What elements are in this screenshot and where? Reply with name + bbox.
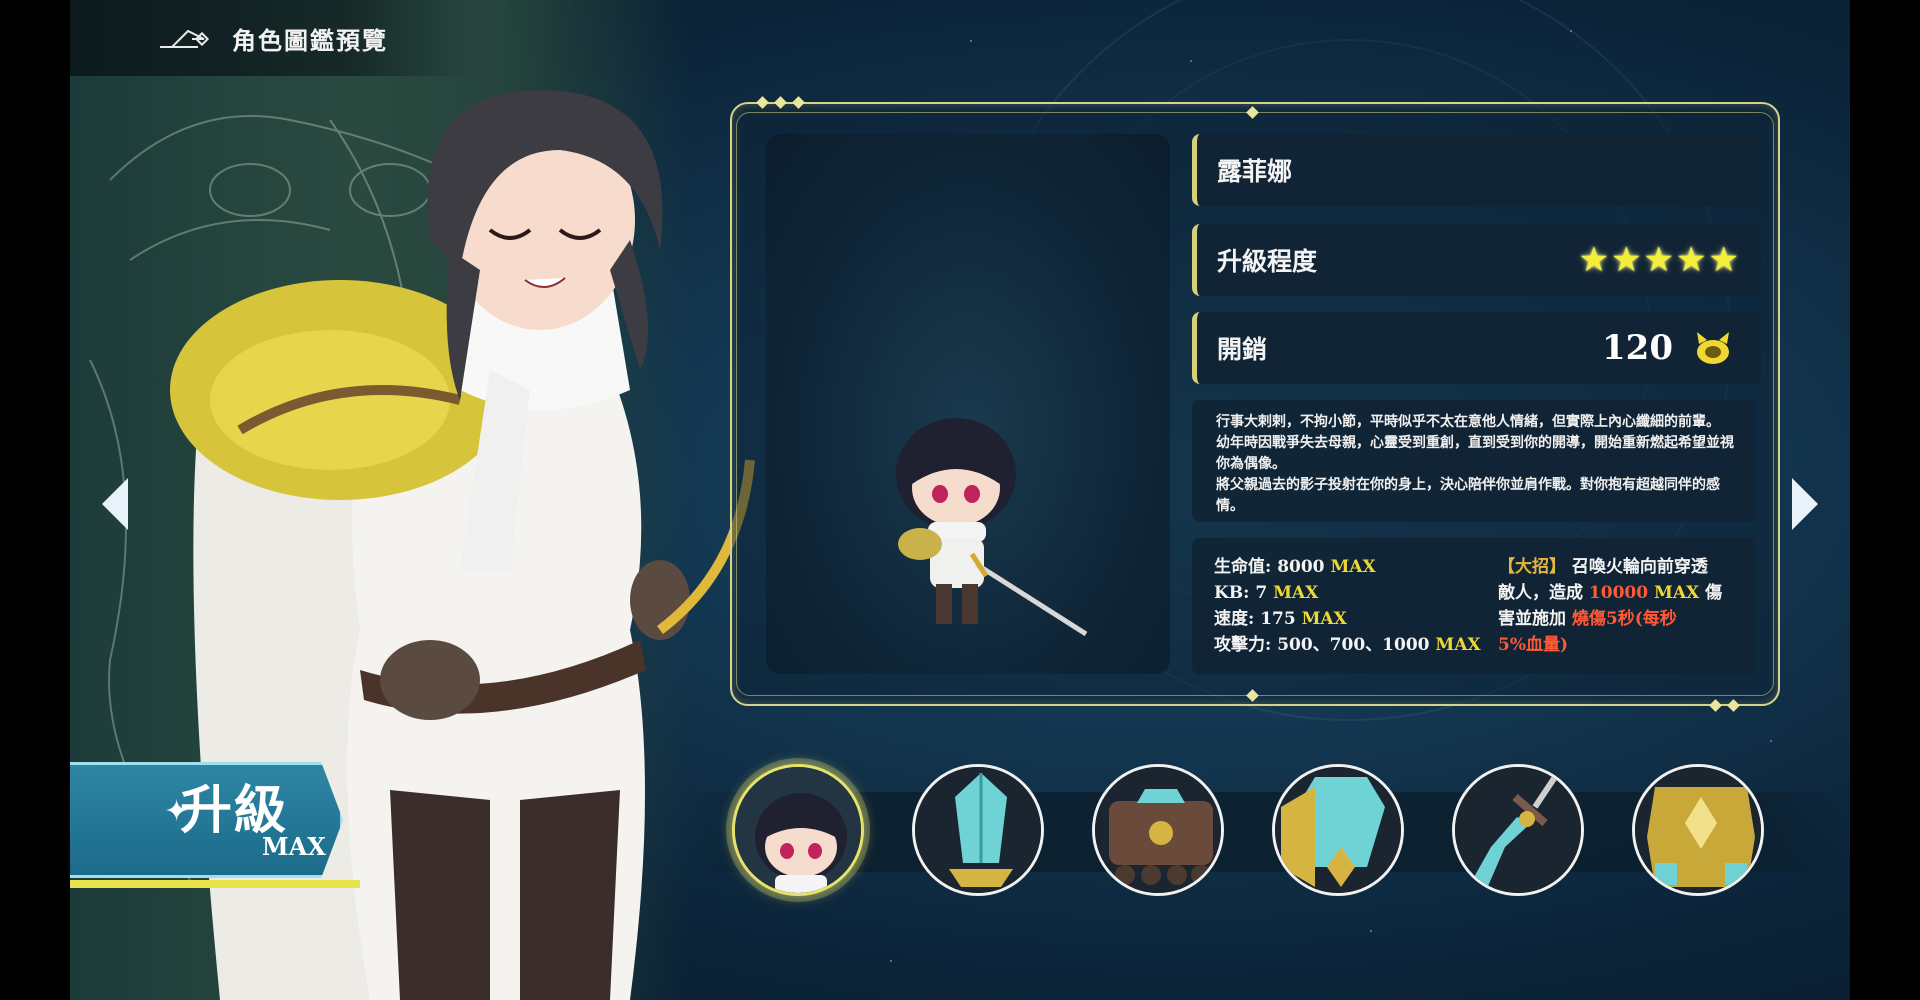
name-row: 露菲娜: [1192, 134, 1761, 206]
bg-star: [890, 960, 892, 962]
level-label: 升級程度: [1217, 247, 1318, 276]
title-bar: 角色圖鑑預覽: [70, 0, 470, 76]
title-emblem-icon: [160, 29, 210, 48]
crystal-shield-icon: [1275, 767, 1401, 893]
star-icon: ★: [1611, 240, 1642, 280]
character-description: 行事大剌剌，不拘小節，平時似乎不太在意他人情緒，但實際上內心纖細的前輩。 幼年時…: [1192, 400, 1756, 522]
currency-icon: [1697, 332, 1729, 364]
skill-line: 【大招】 召喚火輪向前穿透: [1498, 557, 1708, 577]
star-icon: ★: [1708, 240, 1739, 280]
bg-star: [1370, 930, 1372, 932]
description-line: 行事大剌剌，不拘小節，平時似乎不太在意他人情緒，但實際上內心纖細的前輩。: [1216, 414, 1720, 430]
star-icon: ★: [1643, 240, 1675, 280]
bg-star: [1770, 740, 1772, 742]
chibi-face-icon: [735, 767, 861, 893]
game-screen: 角色圖鑑預覽 露菲娜 升級程度 ★ ★ ★ ★ ★ 開銷 120 行事大剌剌，不…: [70, 0, 1850, 1000]
stat-hp: 生命值: 8000 MAX: [1214, 557, 1376, 577]
chibi-preview: [766, 134, 1170, 674]
page-title: 角色圖鑑預覽: [232, 25, 388, 55]
base-stats: 生命值: 8000 MAX KB: 7 MAX 速度: 175 MAX 攻擊力:…: [1214, 554, 1481, 658]
skill-line: 敵人，造成 10000 MAX 傷: [1498, 583, 1723, 603]
ultimate-skill: 【大招】 召喚火輪向前穿透 敵人，造成 10000 MAX 傷 害並施加 燒傷5…: [1498, 554, 1738, 658]
description-line: 幼年時因戰爭失去母親，心靈受到重創，直到受到你的開導，開始重新燃起希望並視你為偶…: [1216, 435, 1734, 472]
treasure-cart-icon: [1095, 767, 1221, 893]
gold-armor-icon: [1635, 767, 1761, 893]
thumb-gold-armor[interactable]: [1632, 764, 1764, 896]
upgrade-badge-underline: [70, 880, 360, 888]
cost-label: 開銷: [1217, 335, 1268, 364]
prev-character-button[interactable]: [102, 478, 128, 530]
star-icon: ★: [1676, 240, 1707, 280]
crystal-sword-icon: [915, 767, 1041, 893]
cost-row: 開銷 120: [1192, 312, 1761, 384]
skill-line: 害並施加 燒傷5秒(每秒: [1498, 609, 1677, 629]
stats-panel: 生命值: 8000 MAX KB: 7 MAX 速度: 175 MAX 攻擊力:…: [1192, 538, 1756, 674]
character-name: 露菲娜: [1217, 157, 1293, 186]
upgrade-badge[interactable]: ✦ 升級 MAX: [70, 762, 380, 888]
skill-tag: 【大招】: [1498, 557, 1566, 577]
frame-diamond-icon: [792, 96, 805, 109]
upgrade-level: MAX: [262, 832, 326, 861]
star-rating: ★ ★ ★ ★ ★: [1579, 243, 1739, 277]
star-icon: ★: [1578, 240, 1610, 280]
level-row: 升級程度 ★ ★ ★ ★ ★: [1192, 224, 1761, 296]
character-info-panel: 露菲娜 升級程度 ★ ★ ★ ★ ★ 開銷 120 行事大剌剌，不拘小節，平時似乎不太在…: [730, 96, 1780, 712]
stat-attack: 攻擊力: 500、700、1000 MAX: [1214, 635, 1481, 655]
chibi-character: [896, 418, 1088, 637]
crystal-blade-icon: [1455, 767, 1581, 893]
thumb-character-chibi[interactable]: [732, 764, 864, 896]
next-character-button[interactable]: [1792, 478, 1818, 530]
thumb-crystal-blade[interactable]: [1452, 764, 1584, 896]
thumb-crystal-sword[interactable]: [912, 764, 1044, 896]
thumb-treasure-cart[interactable]: [1092, 764, 1224, 896]
stat-speed: 速度: 175 MAX: [1214, 609, 1347, 629]
cost-value: 120: [1602, 328, 1673, 368]
stat-kb: KB: 7 MAX: [1214, 583, 1319, 603]
description-line: 將父親過去的影子投射在你的身上，決心陪伴你並肩作戰。對你抱有超越同伴的感情。: [1216, 477, 1720, 514]
thumb-crystal-shield[interactable]: [1272, 764, 1404, 896]
skill-line: 5%血量): [1498, 635, 1569, 655]
